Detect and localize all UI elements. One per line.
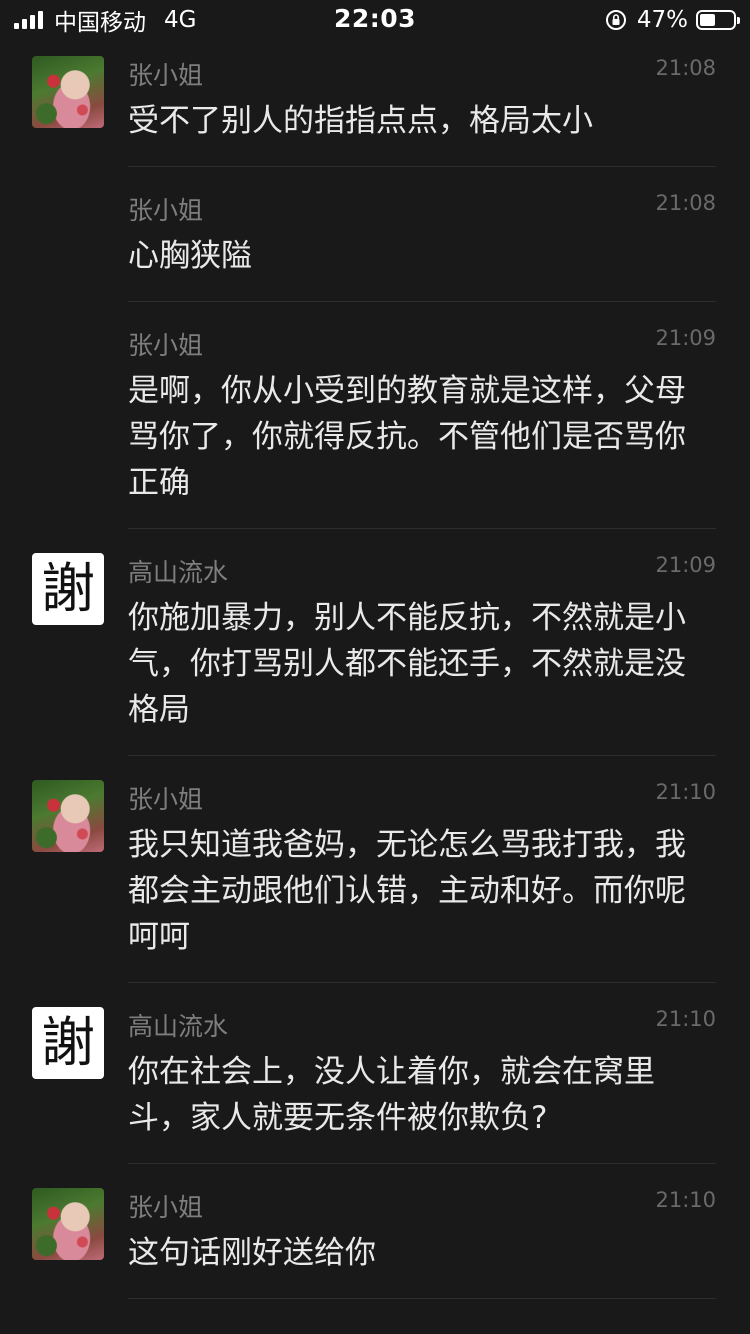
avatar[interactable] [32,56,104,128]
battery-percent: 47% [636,7,688,33]
avatar[interactable]: 謝 [32,1007,104,1079]
message-body: 张小姐 21:08 受不了别人的指指点点，格局太小 [32,54,716,166]
message-text[interactable]: 你在社会上，没人让着你，就会在窝里斗，家人就要无条件被你欺负? [128,1049,716,1163]
avatar[interactable] [32,780,104,852]
message-text[interactable]: 受不了别人的指指点点，格局太小 [128,98,716,166]
avatar[interactable]: 謝 [32,553,104,625]
message-body: 謝高山流水 21:10 你在社会上，没人让着你，就会在窝里斗，家人就要无条件被你欺负… [32,1005,716,1163]
message-time: 21:09 [655,326,716,350]
sender-name[interactable]: 张小姐 [128,326,203,362]
message-body: 张小姐 21:10 我只知道我爸妈，无论怎么骂我打我，我都会主动跟他们认错，主动和好… [32,778,716,982]
message-text[interactable]: 你施加暴力，别人不能反抗，不然就是小气，你打骂别人都不能还手，不然就是没格局 [128,595,716,755]
status-bar: 中国移动 4G 22:03 47% [0,0,750,40]
message-time: 21:08 [655,56,716,80]
message-time: 21:08 [655,191,716,215]
status-right: 47% [605,6,740,34]
message-time: 21:10 [655,1188,716,1212]
avatar[interactable] [32,1188,104,1260]
message-body: 謝高山流水 21:09 你施加暴力，别人不能反抗，不然就是小气，你打骂别人都不能还手… [32,551,716,755]
sender-name[interactable]: 高山流水 [128,1007,228,1043]
message-item[interactable]: 謝高山流水 21:09 你施加暴力，别人不能反抗，不然就是小气，你打骂别人都不能还手… [0,529,750,756]
orientation-lock-icon [605,10,626,30]
message-body: 张小姐 21:08 心胸狭隘 [128,189,716,301]
message-header: 张小姐 21:08 [128,189,716,225]
message-header: 张小姐 21:10 [128,778,716,814]
message-header: 张小姐 21:10 [128,1186,716,1222]
message-text[interactable]: 心胸狭隘 [128,233,716,301]
message-header: 张小姐 21:08 [128,54,716,90]
message-item[interactable]: 謝高山流水 21:10 你在社会上，没人让着你，就会在窝里斗，家人就要无条件被你欺负… [0,983,750,1164]
message-item[interactable]: 张小姐 21:08 受不了别人的指指点点，格局太小 [0,54,750,167]
message-time: 21:10 [655,780,716,804]
message-time: 21:10 [655,1007,716,1031]
message-divider [128,1298,716,1299]
sender-name[interactable]: 张小姐 [128,191,203,227]
message-item[interactable]: 张小姐 21:10 我只知道我爸妈，无论怎么骂我打我，我都会主动跟他们认错，主动和好… [0,756,750,983]
message-item[interactable]: 张小姐 21:08 心胸狭隘 [0,167,750,302]
message-item[interactable]: 张小姐 21:09 是啊，你从小受到的教育就是这样，父母骂你了，你就得反抗。不管他们… [0,302,750,529]
avatar-character: 謝 [41,557,95,620]
message-body: 张小姐 21:09 是啊，你从小受到的教育就是这样，父母骂你了，你就得反抗。不管他们… [128,324,716,528]
message-text[interactable]: 这句话刚好送给你 [128,1230,716,1298]
avatar-character: 謝 [41,1011,95,1074]
sender-name[interactable]: 张小姐 [128,56,203,92]
sender-name[interactable]: 高山流水 [128,553,228,589]
message-text[interactable]: 我只知道我爸妈，无论怎么骂我打我，我都会主动跟他们认错，主动和好。而你呢 呵呵 [128,822,716,982]
message-time: 21:09 [655,553,716,577]
message-header: 高山流水 21:10 [128,1005,716,1041]
message-text[interactable]: 是啊，你从小受到的教育就是这样，父母骂你了，你就得反抗。不管他们是否骂你正确 [128,368,716,528]
message-header: 张小姐 21:09 [128,324,716,360]
message-body: 张小姐 21:10 这句话刚好送给你 [32,1186,716,1298]
message-item[interactable]: 张小姐 21:10 这句话刚好送给你 [0,1164,750,1299]
message-list[interactable]: 张小姐 21:08 受不了别人的指指点点，格局太小 张小姐 21:08 心胸狭隘 张小姐 21… [0,54,750,1299]
message-header: 高山流水 21:09 [128,551,716,587]
battery-icon [696,10,740,30]
sender-name[interactable]: 张小姐 [128,780,203,816]
sender-name[interactable]: 张小姐 [128,1188,203,1224]
